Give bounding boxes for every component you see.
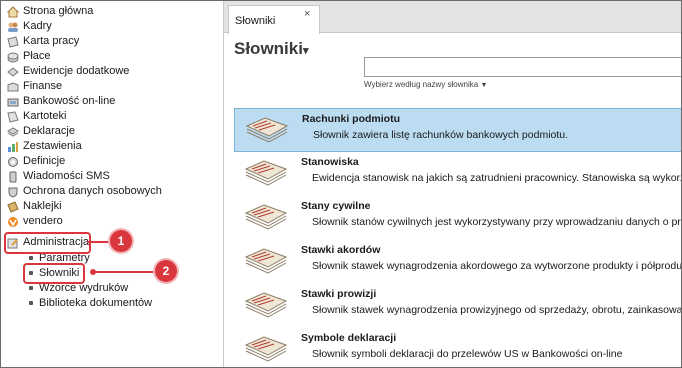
sidebar-item-label: vendero — [23, 215, 63, 227]
list-item[interactable]: Rachunki podmiotu Słownik zawiera listę … — [234, 108, 681, 152]
highlight-slowniki — [23, 263, 85, 284]
callout-connector-1 — [87, 241, 111, 243]
book-icon — [245, 117, 289, 143]
sidebar-item-label: Strona główna — [23, 5, 94, 17]
coins-icon — [7, 51, 19, 63]
bullet-icon — [29, 300, 33, 305]
files-icon — [7, 110, 19, 123]
sidebar-item-karta-pracy[interactable]: Karta pracy — [7, 34, 79, 49]
list-item-description: Słownik zawiera listę rachunków bankowyc… — [313, 129, 569, 141]
list-item-description: Słownik stawek wynagrodzenia prowizyjneg… — [312, 304, 682, 316]
sidebar-item-deklaracje[interactable]: Deklaracje — [7, 124, 75, 139]
bank-icon — [7, 96, 19, 108]
sidebar-item-label: Finanse — [23, 80, 63, 92]
vendero-icon — [7, 216, 19, 228]
sidebar-item-label: Ochrona danych osobowych — [23, 185, 162, 197]
page-title: Słowniki — [234, 39, 303, 58]
close-icon[interactable]: × — [304, 8, 310, 20]
list-item[interactable]: Stawki akordów Słownik stawek wynagrodze… — [234, 240, 682, 282]
bullet-icon — [29, 255, 33, 260]
definitions-icon — [7, 156, 19, 168]
sidebar-item-ewidencje[interactable]: Ewidencje dodatkowe — [7, 64, 129, 79]
book-icon — [244, 292, 288, 318]
book-icon — [244, 204, 288, 230]
finance-icon — [7, 81, 19, 93]
list-item-title: Stawki akordów — [301, 244, 381, 256]
list-item-title: Stawki prowizji — [301, 288, 377, 300]
list-item[interactable]: Symbole deklaracji Słownik symboli dekla… — [234, 328, 681, 367]
main-panel: Słowniki × Słowniki▾ Wybierz według nazw… — [224, 1, 681, 367]
callout-connector-2 — [94, 271, 156, 273]
sidebar-item-sms[interactable]: Wiadomości SMS — [7, 169, 110, 184]
list-item-description: Ewidencja stanowisk na jakich są zatrudn… — [312, 172, 682, 184]
list-item-description: Słownik stawek wynagrodzenia akordowego … — [312, 260, 682, 272]
sidebar-subitem-biblioteka[interactable]: Biblioteka dokumentów — [29, 295, 152, 310]
sidebar: Strona główna Kadry Karta pracy Płace Ew… — [1, 1, 224, 367]
book-icon — [244, 248, 288, 274]
sidebar-item-kadry[interactable]: Kadry — [7, 19, 52, 34]
sidebar-item-vendero[interactable]: vendero — [7, 214, 63, 229]
list-item[interactable]: Stawki prowizji Słownik stawek wynagrodz… — [234, 284, 682, 326]
sidebar-item-naklejki[interactable]: Naklejki — [7, 199, 62, 214]
list-item-description: Słownik stanów cywilnych jest wykorzysty… — [312, 216, 682, 228]
sidebar-item-label: Kadry — [23, 20, 52, 32]
sidebar-subitem-label: Biblioteka dokumentów — [39, 296, 153, 309]
tab-strip: Słowniki × — [224, 1, 681, 34]
shield-icon — [7, 186, 19, 198]
list-item-description: Słownik symboli deklaracji do przelewów … — [312, 348, 623, 360]
list-item-title: Stany cywilne — [301, 200, 371, 212]
sidebar-item-label: Ewidencje dodatkowe — [23, 65, 130, 77]
sidebar-item-bankowosc[interactable]: Bankowość on-line — [7, 94, 115, 109]
people-icon — [7, 21, 19, 33]
list-item-title: Symbole deklaracji — [301, 332, 397, 344]
sidebar-item-label: Zestawienia — [23, 140, 82, 152]
bullet-icon — [29, 285, 33, 290]
sms-icon — [7, 171, 19, 183]
highlight-administracja — [4, 232, 91, 254]
sticker-icon — [7, 200, 19, 213]
sidebar-item-zestawienia[interactable]: Zestawienia — [7, 139, 82, 154]
book-icon — [244, 160, 288, 186]
book-icon — [244, 336, 288, 362]
tab-slowniki[interactable]: Słowniki × — [228, 5, 320, 34]
sidebar-item-strona-glowna[interactable]: Strona główna — [6, 4, 94, 19]
sidebar-item-place[interactable]: Płace — [7, 49, 51, 64]
sidebar-item-label: Deklaracje — [23, 125, 75, 137]
sidebar-item-label: Wiadomości SMS — [23, 170, 110, 182]
chart-icon — [7, 141, 19, 153]
sidebar-item-definicje[interactable]: Definicje — [7, 154, 65, 169]
sidebar-item-finanse[interactable]: Finanse — [7, 79, 62, 94]
tab-label: Słowniki — [235, 15, 276, 27]
sidebar-item-label: Bankowość on-line — [23, 95, 116, 107]
sidebar-item-kartoteki[interactable]: Kartoteki — [7, 109, 66, 124]
sidebar-item-label: Definicje — [23, 155, 66, 167]
page-title-dropdown[interactable]: Słowniki▾ — [234, 39, 309, 59]
records-icon — [7, 66, 19, 78]
search-mode-dropdown[interactable]: Wybierz według nazwy słownika ▼ — [364, 80, 487, 89]
window: Strona główna Kadry Karta pracy Płace Ew… — [0, 0, 682, 368]
list-item-title: Stanowiska — [301, 156, 359, 168]
sidebar-item-label: Naklejki — [23, 200, 62, 212]
sidebar-item-label: Kartoteki — [23, 110, 67, 122]
card-icon — [7, 35, 19, 48]
list-item[interactable]: Stany cywilne Słownik stanów cywilnych j… — [234, 196, 682, 238]
list-item-title: Rachunki podmiotu — [302, 113, 400, 125]
sidebar-item-ochrona[interactable]: Ochrona danych osobowych — [7, 184, 162, 199]
home-icon — [6, 5, 20, 18]
list-item[interactable]: Stanowiska Ewidencja stanowisk na jakich… — [234, 152, 682, 194]
search-hint-label: Wybierz według nazwy słownika — [364, 80, 479, 89]
callout-1: 1 — [110, 230, 132, 252]
declaration-icon — [7, 126, 19, 138]
chevron-down-icon: ▾ — [302, 45, 309, 57]
callout-2: 2 — [155, 260, 177, 282]
sidebar-item-label: Karta pracy — [23, 35, 80, 47]
search-input[interactable] — [364, 57, 681, 77]
chevron-down-icon: ▼ — [480, 82, 488, 89]
sidebar-item-label: Płace — [23, 50, 51, 62]
